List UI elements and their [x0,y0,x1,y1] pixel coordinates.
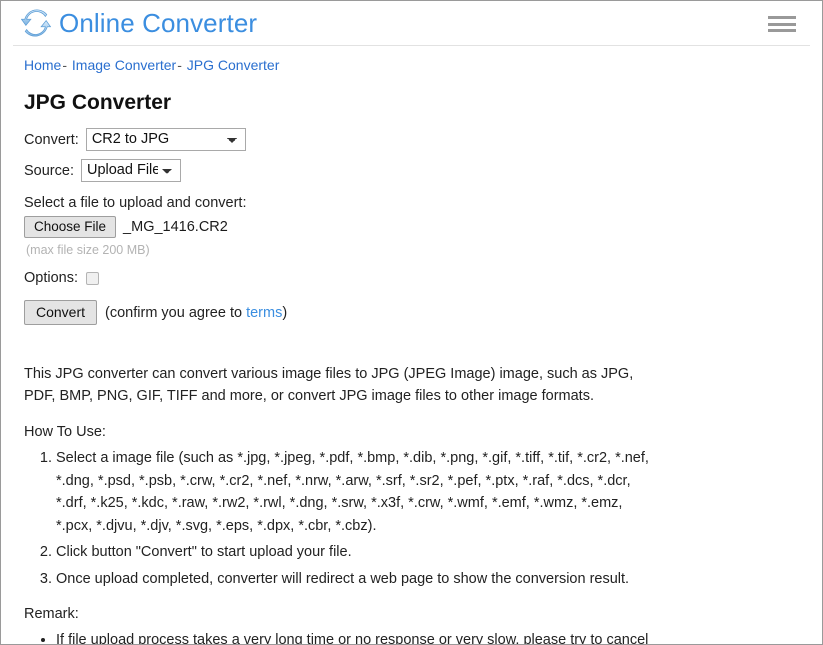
brand-logo-link[interactable]: Online Converter [20,8,258,38]
choose-file-button[interactable]: Choose File [24,216,117,239]
options-checkbox[interactable] [86,271,99,285]
selected-file-name: _MG_1416.CR2 [123,219,228,236]
main-content: JPG Converter Convert: CR2 to JPG Source… [1,91,822,644]
convert-action-row: Convert (confirm you agree to terms) [24,300,799,326]
hamburger-bar [768,29,796,32]
convert-button[interactable]: Convert [24,300,98,326]
convert-label: Convert: [24,131,79,148]
breadcrumb-item-image-converter[interactable]: Image Converter [72,57,176,73]
options-label: Options: [24,270,78,287]
brand-name: Online Converter [59,8,258,38]
convert-format-select[interactable]: CR2 to JPG [85,128,246,152]
source-label: Source: [24,162,74,179]
hamburger-bar [768,22,796,26]
list-item: Select a image file (such as *.jpg, *.jp… [56,447,656,537]
hamburger-bar [768,16,796,19]
breadcrumb-separator: - [62,57,68,73]
remark-title: Remark: [24,606,79,623]
source-select[interactable]: Upload File [80,159,181,183]
options-row: Options: [24,270,799,286]
list-item: Click button "Convert" to start upload y… [56,541,656,564]
file-upload-row: Choose File _MG_1416.CR2 [24,216,799,239]
upload-instruction: Select a file to upload and convert: [24,195,247,212]
confirm-prefix: (confirm you agree to [105,304,247,321]
page-container: Online Converter Home- Image Converter- … [0,0,823,645]
breadcrumb-item-home[interactable]: Home [24,57,61,73]
max-file-size-note: (max file size 200 MB) [26,243,150,258]
confirm-suffix: ) [282,304,288,321]
list-item: Once upload completed, converter will re… [56,568,656,591]
page-title: JPG Converter [24,91,172,114]
howto-list: Select a image file (such as *.jpg, *.jp… [24,447,799,590]
terms-link[interactable]: terms [246,305,282,321]
source-row: Source: Upload File [24,159,799,183]
breadcrumb: Home- Image Converter- JPG Converter [1,46,822,74]
list-item: If file upload process takes a very long… [56,629,676,644]
converter-description: This JPG converter can convert various i… [24,366,634,405]
refresh-sync-arrows-icon [20,8,52,38]
hamburger-menu-icon[interactable] [768,14,796,34]
breadcrumb-item-jpg-converter[interactable]: JPG Converter [187,57,280,73]
confirm-terms-text: (confirm you agree to terms) [105,305,287,321]
breadcrumb-separator: - [177,57,182,73]
convert-row: Convert: CR2 to JPG [24,128,799,152]
site-header: Online Converter [1,1,822,45]
remark-list: If file upload process takes a very long… [24,629,799,644]
howto-title: How To Use: [24,424,106,441]
